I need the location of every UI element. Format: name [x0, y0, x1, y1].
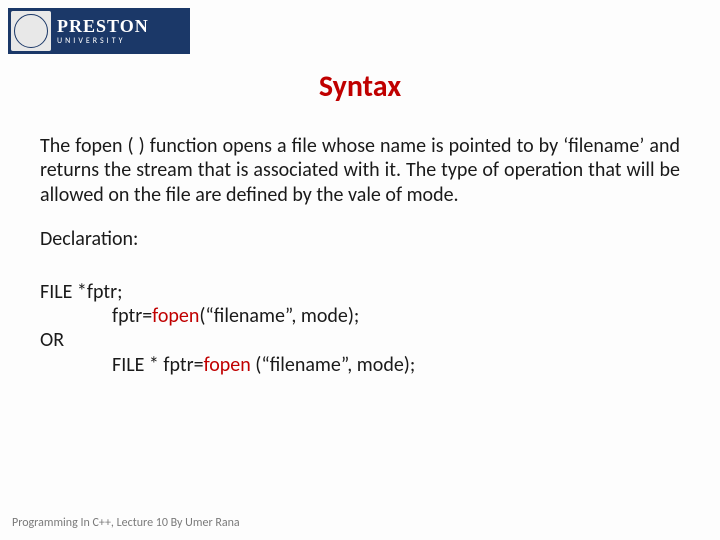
- logo-text: PRESTON UNIVERSITY: [57, 17, 149, 45]
- code-text: FILE * fptr=: [112, 353, 204, 377]
- university-logo: PRESTON UNIVERSITY: [8, 8, 190, 54]
- code-text: fptr=: [112, 304, 152, 328]
- slide-body: The fopen ( ) function opens a file whos…: [40, 134, 680, 377]
- code-block: FILE *fptr; fptr=fopen(“filename”, mode)…: [40, 280, 680, 378]
- code-line-4: FILE * fptr=fopen (“filename”, mode);: [40, 353, 680, 377]
- code-line-3: OR: [40, 328, 680, 352]
- slide-title: Syntax: [0, 68, 720, 105]
- logo-line1: PRESTON: [57, 17, 149, 35]
- code-text: (“filename”, mode);: [255, 353, 415, 377]
- declaration-label: Declaration:: [40, 227, 680, 251]
- code-fn: fopen: [204, 353, 256, 377]
- description-paragraph: The fopen ( ) function opens a file whos…: [40, 134, 680, 207]
- code-line-1: FILE *fptr;: [40, 280, 680, 304]
- code-line-2: fptr=fopen(“filename”, mode);: [40, 304, 680, 328]
- logo-line2: UNIVERSITY: [57, 37, 149, 45]
- slide-footer: Programming In C++, Lecture 10 By Umer R…: [12, 516, 240, 530]
- code-text: (“filename”, mode);: [199, 304, 359, 328]
- code-fn: fopen: [152, 304, 199, 328]
- logo-seal-icon: [11, 11, 51, 51]
